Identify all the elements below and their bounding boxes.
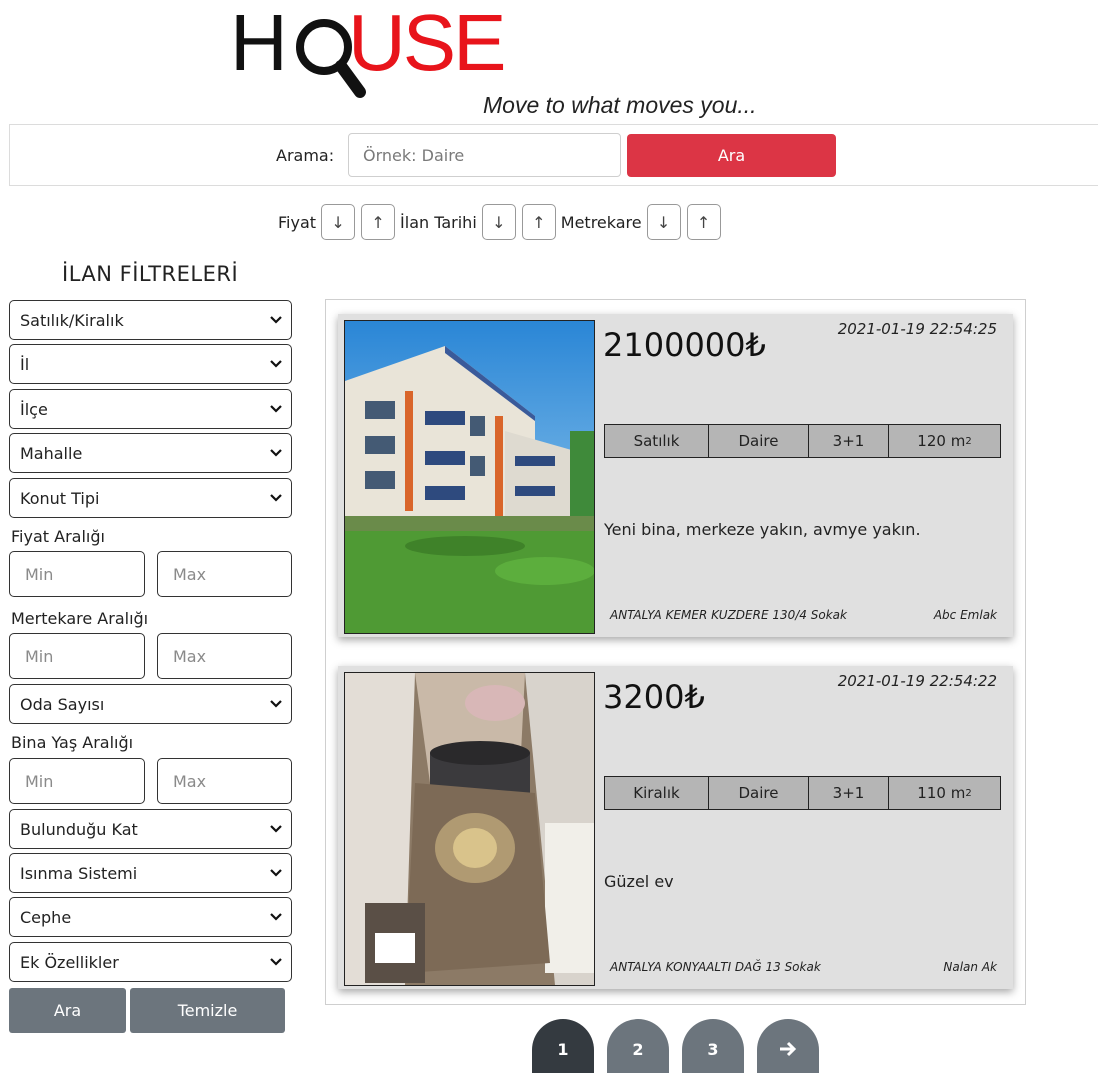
chevron-down-icon bbox=[270, 494, 282, 502]
extras-select[interactable]: Ek Özellikler bbox=[9, 942, 292, 982]
chevron-down-icon bbox=[270, 700, 282, 708]
select-value: Ek Özellikler bbox=[20, 952, 119, 972]
district-select[interactable]: İlçe bbox=[9, 389, 292, 429]
listing-card[interactable]: 2100000₺ 2021-01-19 22:54:25 Satılık Dai… bbox=[338, 314, 1013, 637]
listing-photo[interactable] bbox=[344, 672, 595, 986]
chevron-down-icon bbox=[270, 449, 282, 457]
listing-price: 3200₺ bbox=[603, 678, 705, 716]
sort-price-desc-button[interactable]: ↓ bbox=[321, 204, 356, 240]
heating-select[interactable]: Isınma Sistemi bbox=[9, 853, 292, 893]
select-value: Oda Sayısı bbox=[20, 694, 105, 714]
listing-address: ANTALYA KONYAALTI DAĞ 13 Sokak bbox=[610, 960, 821, 974]
filters-title: İLAN FİLTRELERİ bbox=[62, 262, 239, 286]
chevron-down-icon bbox=[270, 316, 282, 324]
price-range-label: Fiyat Aralığı bbox=[11, 527, 105, 546]
logo-h: H bbox=[230, 0, 288, 87]
listing-photo[interactable] bbox=[344, 320, 595, 634]
listing-address: ANTALYA KEMER KUZDERE 130/4 Sokak bbox=[610, 608, 847, 622]
search-button[interactable]: Ara bbox=[627, 134, 836, 177]
sort-date-desc-button[interactable]: ↓ bbox=[481, 204, 516, 240]
page-3-button[interactable]: 3 bbox=[682, 1019, 744, 1073]
listing-price: 2100000₺ bbox=[603, 326, 766, 364]
listing-status: Kiralık bbox=[605, 777, 709, 809]
arrow-right-icon bbox=[780, 1041, 797, 1057]
sort-area-desc-button[interactable]: ↓ bbox=[646, 204, 681, 240]
floor-select[interactable]: Bulunduğu Kat bbox=[9, 809, 292, 849]
listing-rooms: 3+1 bbox=[809, 777, 889, 809]
listing-type: Daire bbox=[709, 425, 809, 457]
area-unit-superscript: 2 bbox=[965, 787, 972, 799]
page-1-button[interactable]: 1 bbox=[532, 1019, 594, 1073]
neighborhood-select[interactable]: Mahalle bbox=[9, 433, 292, 473]
listing-status: Satılık bbox=[605, 425, 709, 457]
area-max-input[interactable] bbox=[157, 633, 292, 679]
room-count-select[interactable]: Oda Sayısı bbox=[9, 684, 292, 724]
select-value: Isınma Sistemi bbox=[20, 863, 138, 883]
facade-select[interactable]: Cephe bbox=[9, 897, 292, 937]
price-max-input[interactable] bbox=[157, 551, 292, 597]
page-2-button[interactable]: 2 bbox=[607, 1019, 669, 1073]
sort-area-label: Metrekare bbox=[560, 212, 642, 232]
area-unit-superscript: 2 bbox=[965, 435, 972, 447]
sort-price-asc-button[interactable]: ↑ bbox=[361, 204, 396, 240]
listing-owner: Abc Emlak bbox=[933, 608, 997, 622]
select-value: İlçe bbox=[20, 399, 48, 419]
apartment-building-photo bbox=[345, 321, 594, 633]
listing-rooms: 3+1 bbox=[809, 425, 889, 457]
filter-apply-button[interactable]: Ara bbox=[9, 988, 126, 1033]
area-value: 110 m bbox=[917, 784, 966, 802]
sort-area-asc-button[interactable]: ↑ bbox=[686, 204, 721, 240]
listing-owner: Nalan Ak bbox=[943, 960, 997, 974]
living-room-photo bbox=[345, 673, 594, 985]
area-range-label: Mertekare Aralığı bbox=[11, 609, 149, 628]
chevron-down-icon bbox=[270, 958, 282, 966]
select-value: İl bbox=[20, 354, 30, 374]
building-age-label: Bina Yaş Aralığı bbox=[11, 733, 134, 752]
chevron-down-icon bbox=[270, 405, 282, 413]
chevron-down-icon bbox=[270, 913, 282, 921]
filter-clear-button[interactable]: Temizle bbox=[130, 988, 285, 1033]
listing-tags: Satılık Daire 3+1 120 m2 bbox=[604, 424, 1001, 458]
chevron-down-icon bbox=[270, 869, 282, 877]
age-max-input[interactable] bbox=[157, 758, 292, 804]
sort-price-label: Fiyat bbox=[278, 212, 317, 232]
select-value: Mahalle bbox=[20, 443, 83, 463]
chevron-down-icon bbox=[270, 825, 282, 833]
select-value: Bulunduğu Kat bbox=[20, 819, 138, 839]
listing-description: Yeni bina, merkeze yakın, avmye yakın. bbox=[604, 520, 921, 539]
logo-use: USE bbox=[348, 0, 506, 87]
price-min-input[interactable] bbox=[9, 551, 145, 597]
city-select[interactable]: İl bbox=[9, 344, 292, 384]
next-page-button[interactable] bbox=[757, 1019, 819, 1073]
listing-area: 110 m2 bbox=[889, 777, 1000, 809]
house-logo[interactable]: H USE bbox=[230, 0, 530, 98]
area-value: 120 m bbox=[917, 432, 966, 450]
sort-date-asc-button[interactable]: ↑ bbox=[521, 204, 556, 240]
area-min-input[interactable] bbox=[9, 633, 145, 679]
listing-type: Daire bbox=[709, 777, 809, 809]
sort-date-label: İlan Tarihi bbox=[400, 212, 477, 232]
chevron-down-icon bbox=[270, 360, 282, 368]
search-label: Arama: bbox=[276, 146, 335, 165]
listing-card[interactable]: 3200₺ 2021-01-19 22:54:22 Kiralık Daire … bbox=[338, 666, 1013, 989]
search-input[interactable] bbox=[348, 133, 621, 177]
listing-tags: Kiralık Daire 3+1 110 m2 bbox=[604, 776, 1001, 810]
listing-date: 2021-01-19 22:54:22 bbox=[837, 672, 997, 690]
listing-area: 120 m2 bbox=[889, 425, 1000, 457]
select-value: Satılık/Kiralık bbox=[20, 310, 124, 330]
listing-type-select[interactable]: Satılık/Kiralık bbox=[9, 300, 292, 340]
select-value: Cephe bbox=[20, 907, 72, 927]
sort-controls: Fiyat ↓ ↑ İlan Tarihi ↓ ↑ Metrekare ↓ ↑ bbox=[276, 201, 724, 243]
select-value: Konut Tipi bbox=[20, 488, 100, 508]
listing-date: 2021-01-19 22:54:25 bbox=[837, 320, 997, 338]
tagline: Move to what moves you... bbox=[483, 92, 757, 118]
listing-description: Güzel ev bbox=[604, 872, 674, 891]
housing-type-select[interactable]: Konut Tipi bbox=[9, 478, 292, 518]
age-min-input[interactable] bbox=[9, 758, 145, 804]
